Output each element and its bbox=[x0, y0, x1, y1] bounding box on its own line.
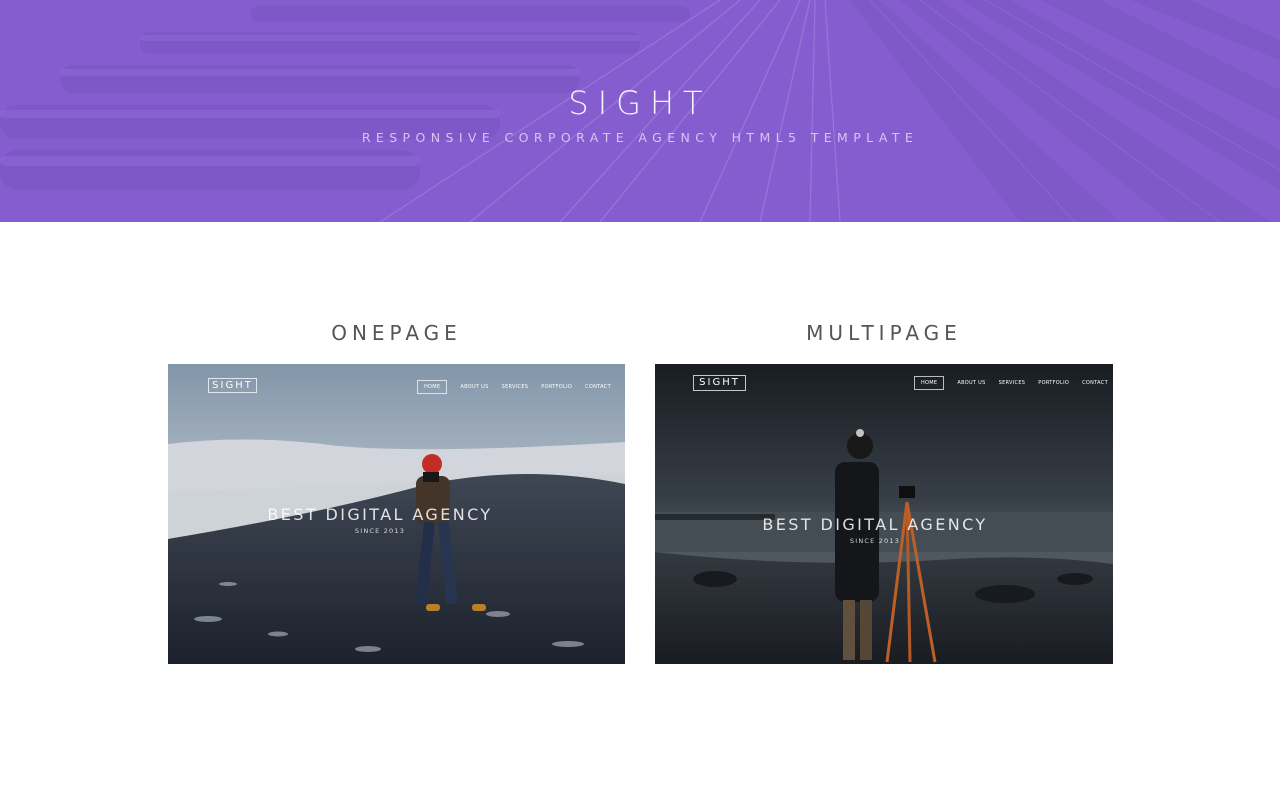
preview-nav-services: SERVICES bbox=[998, 380, 1026, 386]
demo-title-onepage: ONEPAGE bbox=[331, 321, 462, 345]
preview-nav-about: ABOUT US bbox=[460, 384, 489, 390]
site-subtitle: RESPONSIVE CORPORATE AGENCY HTML5 TEMPLA… bbox=[361, 130, 919, 145]
hero-banner: SIGHT RESPONSIVE CORPORATE AGENCY HTML5 … bbox=[0, 0, 1280, 222]
preview-logo: SIGHT bbox=[208, 378, 257, 393]
demo-preview-onepage[interactable]: SIGHT HOME ABOUT US SERVICES PORTFOLIO C… bbox=[168, 364, 625, 664]
preview-nav: HOME ABOUT US SERVICES PORTFOLIO CONTACT bbox=[417, 380, 624, 394]
preview-nav: HOME ABOUT US SERVICES PORTFOLIO CONTACT bbox=[914, 376, 1113, 390]
preview-since: SINCE 2013 bbox=[354, 527, 406, 535]
preview-nav-services: SERVICES bbox=[501, 384, 529, 390]
preview-nav-home: HOME bbox=[417, 380, 448, 394]
preview-nav-about: ABOUT US bbox=[957, 380, 986, 386]
demo-preview-multipage[interactable]: SIGHT HOME ABOUT US SERVICES PORTFOLIO C… bbox=[655, 364, 1113, 664]
demo-title-multipage: MULTIPAGE bbox=[806, 321, 962, 345]
preview-nav-portfolio: PORTFOLIO bbox=[1038, 380, 1070, 386]
preview-nav-contact: CONTACT bbox=[1082, 380, 1108, 386]
preview-headline: BEST DIGITAL AGENCY bbox=[762, 515, 988, 534]
preview-nav-contact: CONTACT bbox=[585, 384, 611, 390]
preview-nav-home: HOME bbox=[914, 376, 945, 390]
site-title: SIGHT bbox=[568, 84, 712, 122]
multipage-photo bbox=[655, 364, 1113, 664]
preview-logo: SIGHT bbox=[693, 375, 746, 391]
preview-headline: BEST DIGITAL AGENCY bbox=[267, 505, 493, 524]
preview-nav-portfolio: PORTFOLIO bbox=[541, 384, 573, 390]
preview-since: SINCE 2013 bbox=[849, 537, 901, 545]
